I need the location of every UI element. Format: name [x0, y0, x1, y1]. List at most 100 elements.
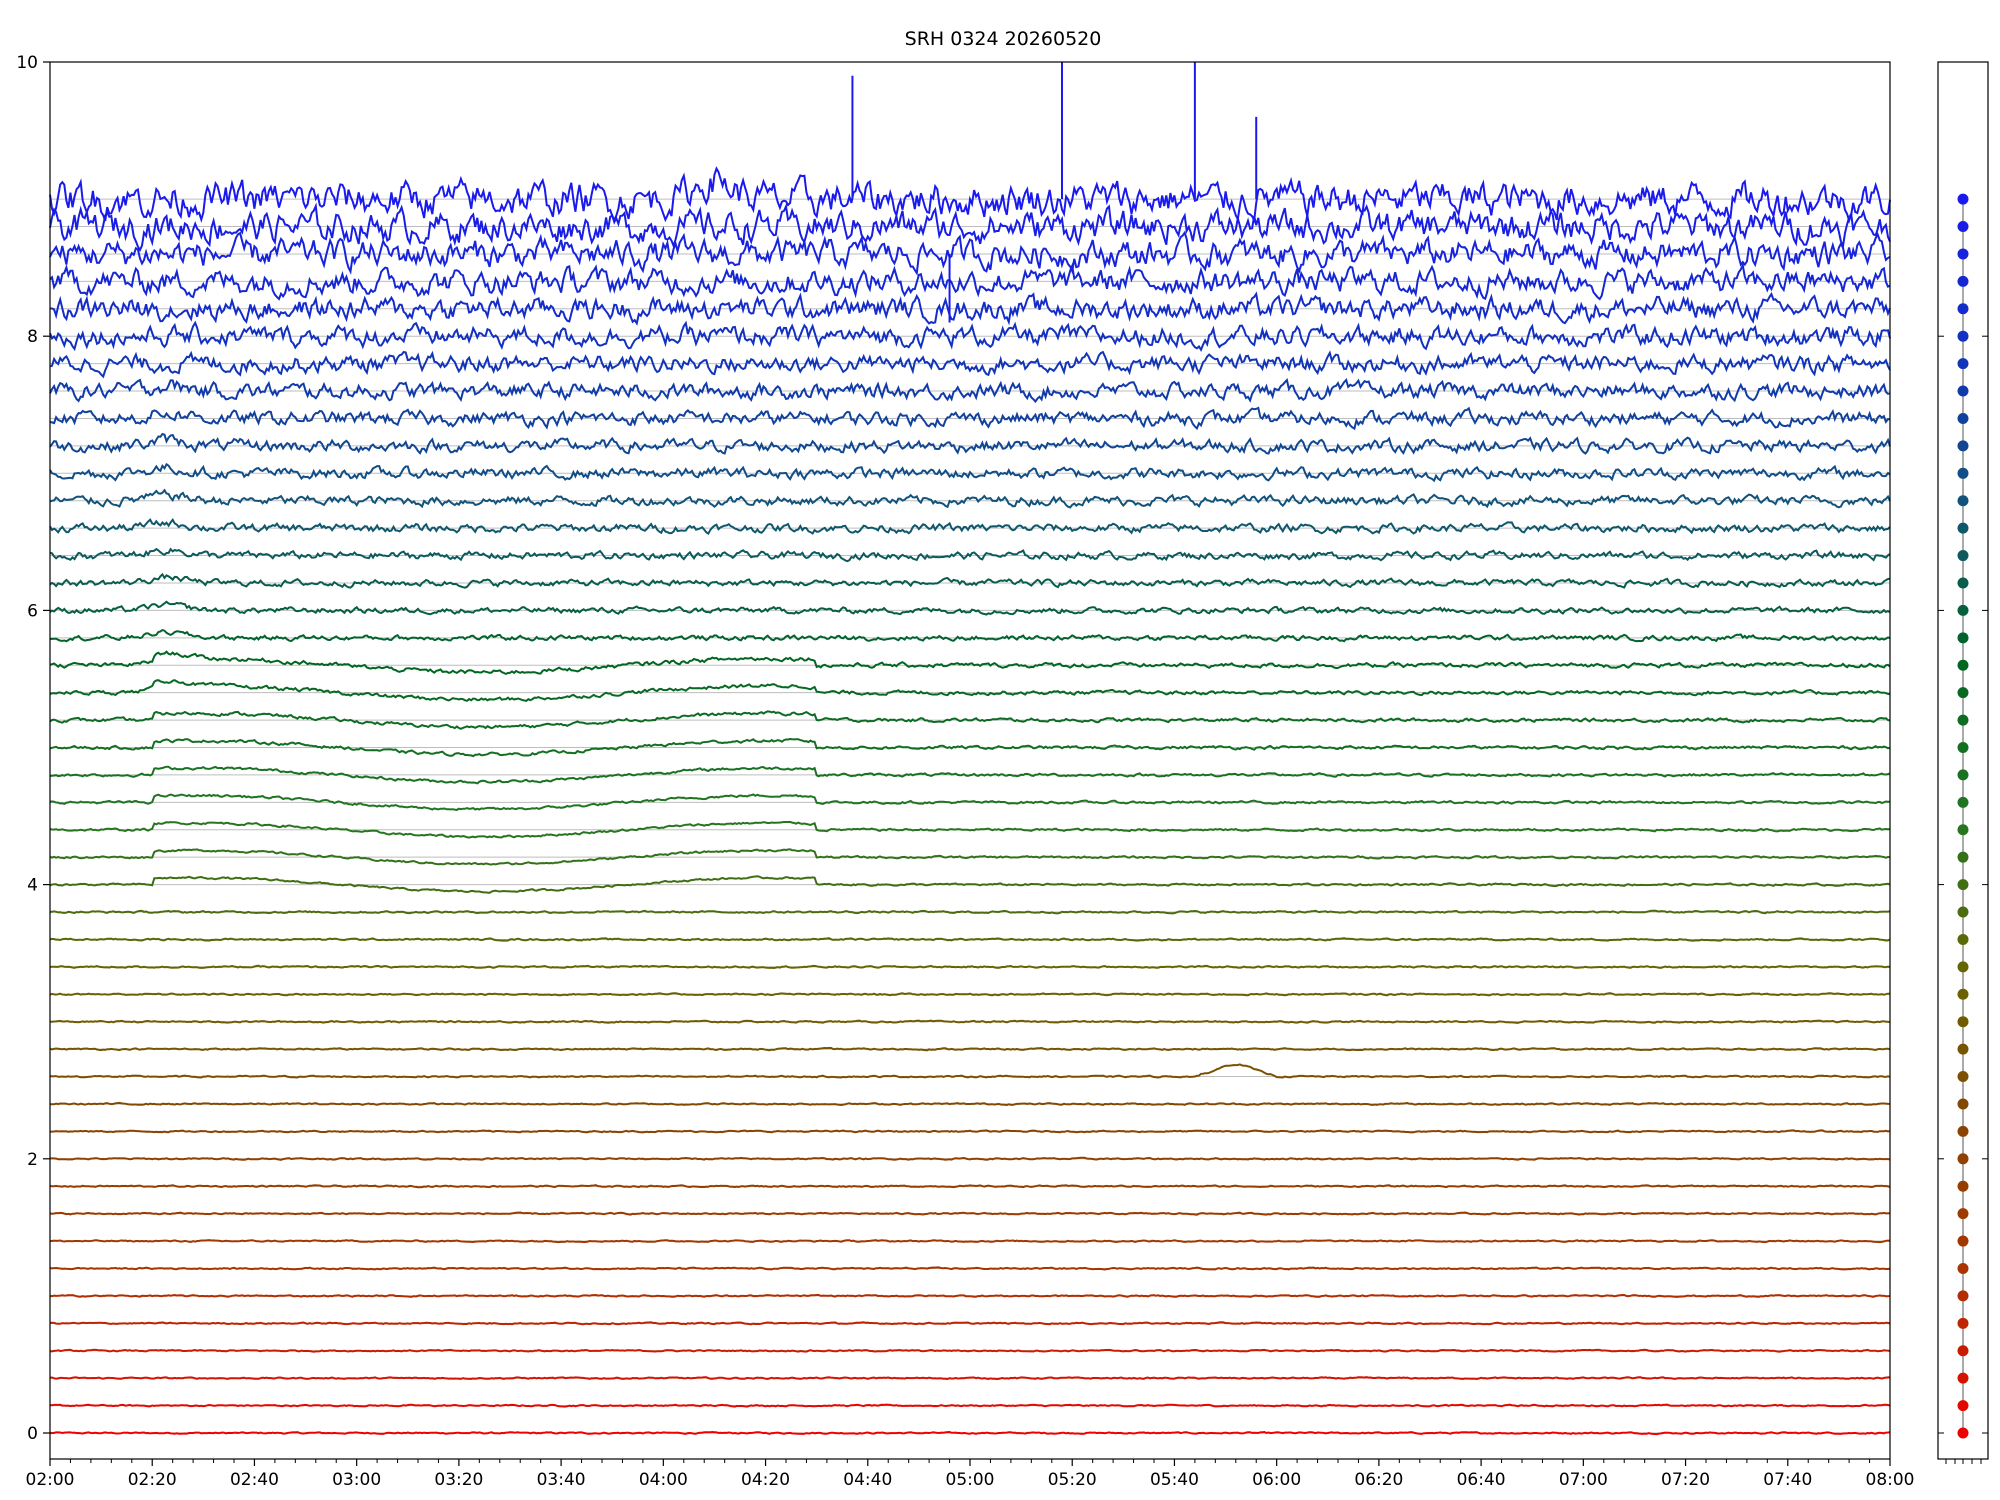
side-panel-point [1957, 714, 1969, 726]
side-panel-point [1957, 769, 1969, 781]
series-10-trace [49, 1184, 1891, 1189]
series-37-trace [49, 432, 1891, 455]
x-tick-label: 06:00 [1252, 1470, 1301, 1490]
x-tick-label: 03:20 [434, 1470, 483, 1490]
side-panel-point [1957, 604, 1969, 616]
side-panel-point [1957, 1098, 1969, 1110]
series-25-trace [49, 765, 1891, 785]
x-tick-label: 07:40 [1763, 1470, 1812, 1490]
series-23-trace [49, 820, 1891, 839]
side-panel-point [1957, 550, 1969, 562]
x-tick-label: 07:00 [1559, 1470, 1608, 1490]
side-panel-point [1957, 1372, 1969, 1384]
series-43-trace [49, 262, 1891, 301]
x-tick-label: 08:00 [1866, 1470, 1915, 1490]
y-tick-label: 6 [27, 601, 38, 621]
series-traces [49, 62, 1891, 1436]
side-panel-point [1957, 1208, 1969, 1220]
series-36-trace [49, 462, 1891, 483]
side-panel-point [1957, 1262, 1969, 1274]
side-panel-point [1957, 687, 1969, 699]
side-panel-point [1957, 303, 1969, 315]
series-9-trace [49, 1211, 1891, 1216]
series-7-trace [49, 1266, 1891, 1271]
side-panel-point [1957, 358, 1969, 370]
side-panel-point [1957, 1290, 1969, 1302]
side-panel-point [1957, 1043, 1969, 1055]
series-3-trace [49, 1376, 1891, 1381]
x-tick-label: 02:00 [26, 1470, 75, 1490]
grid-lines [50, 198, 1890, 1434]
side-panel-point [1957, 412, 1969, 424]
side-panel-point [1957, 824, 1969, 836]
x-tick-label: 02:20 [128, 1470, 177, 1490]
series-16-trace [50, 1019, 1891, 1024]
side-panel-point [1957, 1345, 1969, 1357]
x-tick-label: 05:20 [1048, 1470, 1097, 1490]
side-panel-point [1957, 221, 1969, 233]
side-panel-point [1957, 632, 1969, 644]
y-tick-label: 2 [27, 1150, 38, 1170]
side-panel-point [1957, 522, 1969, 534]
series-4-trace [49, 1348, 1891, 1353]
side-panel-point [1957, 1400, 1969, 1412]
chart-title: SRH 0324 20260520 [905, 28, 1102, 50]
series-31-trace [49, 600, 1891, 616]
side-panel-point [1957, 879, 1969, 891]
x-tick-label: 04:00 [639, 1470, 688, 1490]
side-panel-point [1957, 1235, 1969, 1247]
side-panel-point [1957, 193, 1969, 205]
x-tick-label: 02:40 [230, 1470, 279, 1490]
series-17-trace [49, 992, 1891, 997]
side-panel-point [1957, 1016, 1969, 1028]
series-14-trace [49, 1063, 1891, 1079]
series-35-trace [49, 488, 1891, 509]
x-tick-label: 07:20 [1661, 1470, 1710, 1490]
y-tick-label: 0 [27, 1424, 38, 1444]
x-tick-label: 05:00 [946, 1470, 995, 1490]
side-panel-point [1957, 385, 1969, 397]
series-13-trace [49, 1101, 1890, 1107]
side-panel-point [1957, 1317, 1969, 1329]
side-panel-point [1957, 275, 1969, 287]
series-1-trace [49, 1430, 1891, 1436]
side-panel-point [1957, 988, 1969, 1000]
side-panel-point [1957, 659, 1969, 671]
side-panel-point [1957, 1427, 1969, 1439]
side-panel-point [1957, 742, 1969, 753]
side-panel-point [1957, 1125, 1969, 1137]
x-tick-label: 03:00 [332, 1470, 381, 1490]
y-tick-label: 10 [16, 53, 38, 73]
series-8-trace [50, 1239, 1891, 1244]
side-panel-point [1957, 796, 1969, 808]
series-28-trace [49, 679, 1891, 702]
side-panel-point [1957, 851, 1969, 863]
series-2-trace [49, 1403, 1891, 1408]
series-32-trace [49, 572, 1891, 589]
series-40-trace [49, 350, 1891, 379]
series-12-trace [50, 1129, 1891, 1134]
x-tick-label: 03:40 [537, 1470, 586, 1490]
series-18-trace [49, 964, 1891, 970]
y-tick-label: 8 [27, 327, 38, 347]
side-panel-point [1957, 961, 1969, 973]
side-panel-point [1957, 440, 1969, 452]
x-axis: 02:00 02:20 02:40 03:00 03:20 03:40 04:00 04:20… [26, 1459, 1915, 1490]
series-20-trace [49, 909, 1891, 915]
series-15-trace [49, 1046, 1891, 1052]
y-tick-label: 4 [27, 876, 38, 896]
side-panel-point [1957, 1180, 1969, 1192]
side-panel-point [1957, 933, 1969, 945]
x-tick-label: 04:20 [741, 1470, 790, 1490]
x-tick-label: 04:40 [843, 1470, 892, 1490]
series-34-trace [49, 517, 1891, 536]
series-19-trace [49, 937, 1891, 942]
main-plot-frame [49, 61, 1891, 1460]
side-panel-point [1957, 577, 1969, 589]
x-tick-label: 05:40 [1150, 1470, 1199, 1490]
x-tick-label: 06:40 [1457, 1470, 1506, 1490]
y-axis: 0 2 4 6 8 10 [16, 53, 50, 1444]
side-panel-point [1957, 1071, 1969, 1083]
series-5-trace [49, 1321, 1891, 1326]
side-panel-point [1957, 467, 1969, 479]
